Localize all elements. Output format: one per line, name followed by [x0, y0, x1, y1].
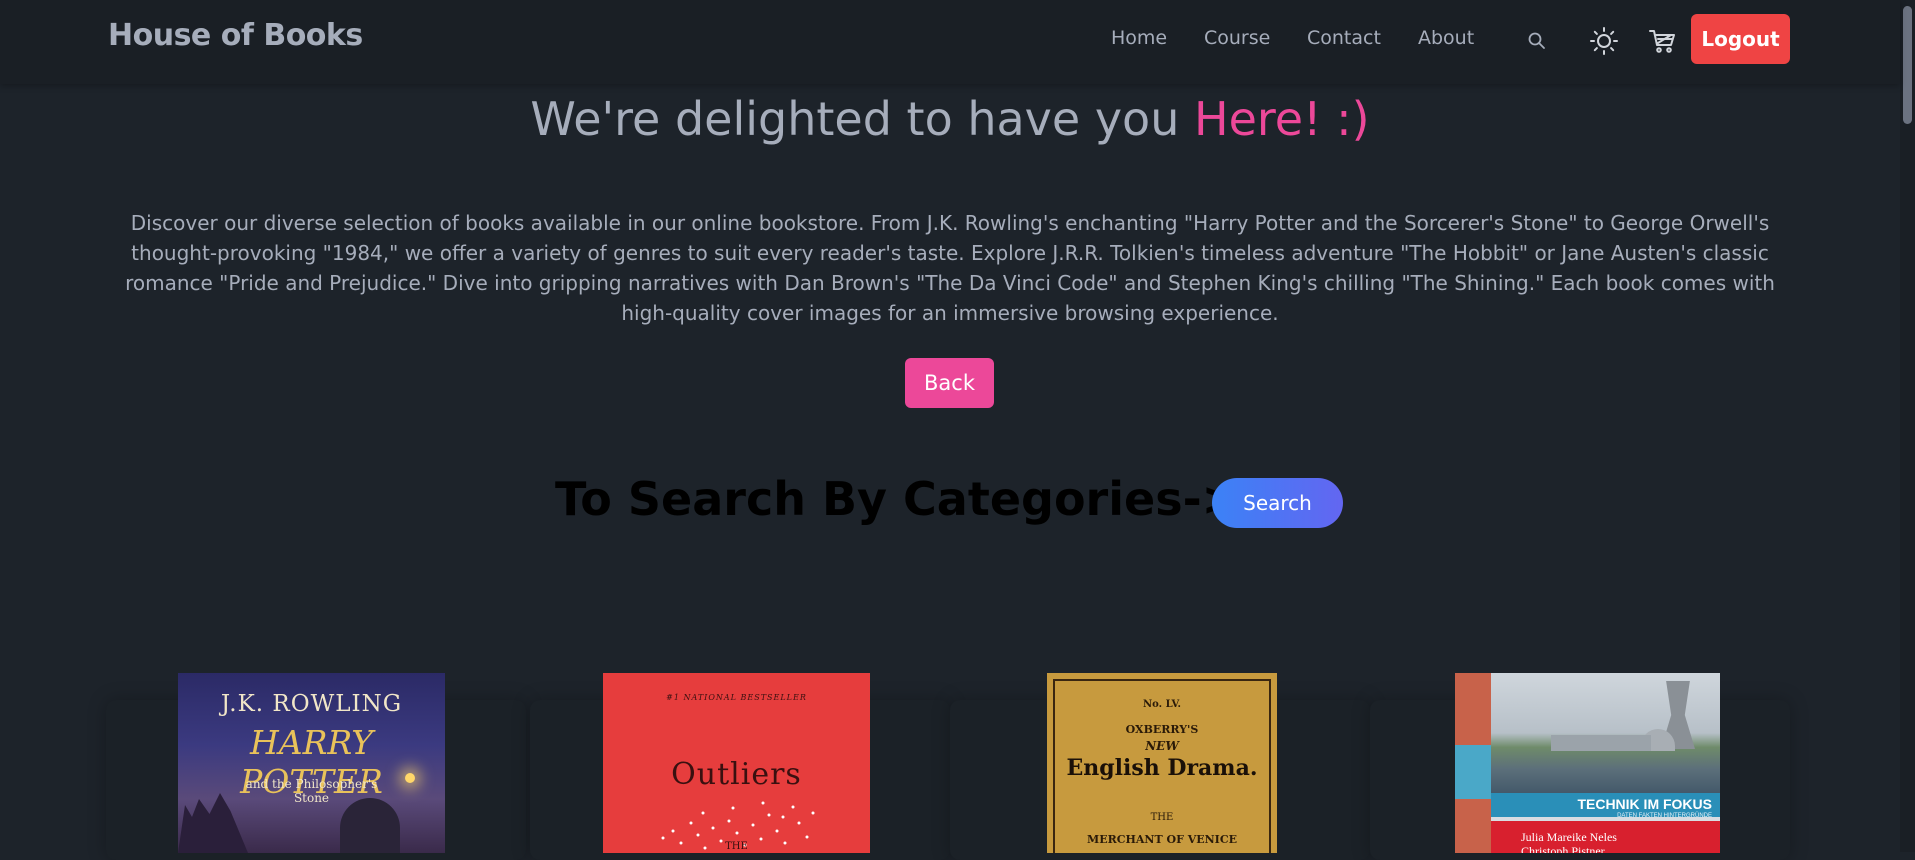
cart-icon[interactable] [1645, 24, 1679, 58]
scrollbar-thumb[interactable] [1903, 6, 1912, 124]
book-cover-technik-im-fokus[interactable]: TECHNIK IM FOKUS DATEN FAKTEN HINTERGRÜN… [1455, 673, 1720, 853]
cover-title: English Drama. [1066, 755, 1258, 781]
hagrid-silhouette [340, 798, 400, 853]
cover-number: No. LV. [1143, 699, 1181, 710]
cover-bottom: MERCHANT OF VENICE [1087, 833, 1237, 846]
book-cover-harry-potter[interactable]: J.K. ROWLING HARRY POTTER and the Philos… [178, 673, 445, 853]
category-search-button[interactable]: Search [1212, 478, 1343, 528]
navbar: House of Books Home Course Contact About… [0, 0, 1900, 84]
cover-the: THE [1150, 812, 1174, 823]
cover-new: NEW [1145, 739, 1179, 753]
cover-color-strip [1455, 673, 1491, 853]
sun-icon[interactable] [1587, 24, 1621, 58]
nav-link-contact[interactable]: Contact [1307, 27, 1381, 49]
cover-tagline: DATEN FAKTEN HINTERGRÜNDE [1617, 813, 1712, 819]
cover-author: J.K. ROWLING [220, 691, 403, 717]
page-headline: We're delighted to have you Here! :) [0, 92, 1900, 146]
building [1551, 735, 1651, 751]
scrollbar[interactable] [1900, 0, 1915, 852]
cover-author-1: Julia Mareike Neles [1521, 830, 1617, 844]
cover-title: Outliers [671, 757, 802, 792]
nav-link-about[interactable]: About [1418, 27, 1474, 49]
book-cover-outliers[interactable]: #1 NATIONAL BESTSELLER Outliers THE [603, 673, 870, 853]
cover-publisher: OXBERRY'S [1125, 723, 1199, 736]
intro-paragraph: Discover our diverse selection of books … [125, 211, 1775, 325]
lantern-glow [405, 773, 415, 783]
nav-link-home[interactable]: Home [1111, 27, 1167, 49]
headline-accent: Here! :) [1193, 92, 1370, 146]
cover-bottom: THE [725, 841, 748, 852]
cover-photo [1491, 673, 1720, 793]
logout-button[interactable]: Logout [1691, 14, 1790, 64]
headline-text: We're delighted to have you [530, 92, 1194, 146]
nav-link-course[interactable]: Course [1204, 27, 1270, 49]
cover-title: TECHNIK IM FOKUS [1577, 796, 1712, 812]
categories-heading: To Search By Categories-> [555, 472, 1241, 526]
back-button[interactable]: Back [905, 358, 994, 408]
cover-top-line: #1 NATIONAL BESTSELLER [666, 693, 807, 702]
search-icon[interactable] [1520, 24, 1554, 58]
brand-logo[interactable]: House of Books [108, 18, 363, 53]
book-cover-english-drama[interactable]: No. LV. OXBERRY'S NEW English Drama. THE… [1047, 673, 1277, 853]
